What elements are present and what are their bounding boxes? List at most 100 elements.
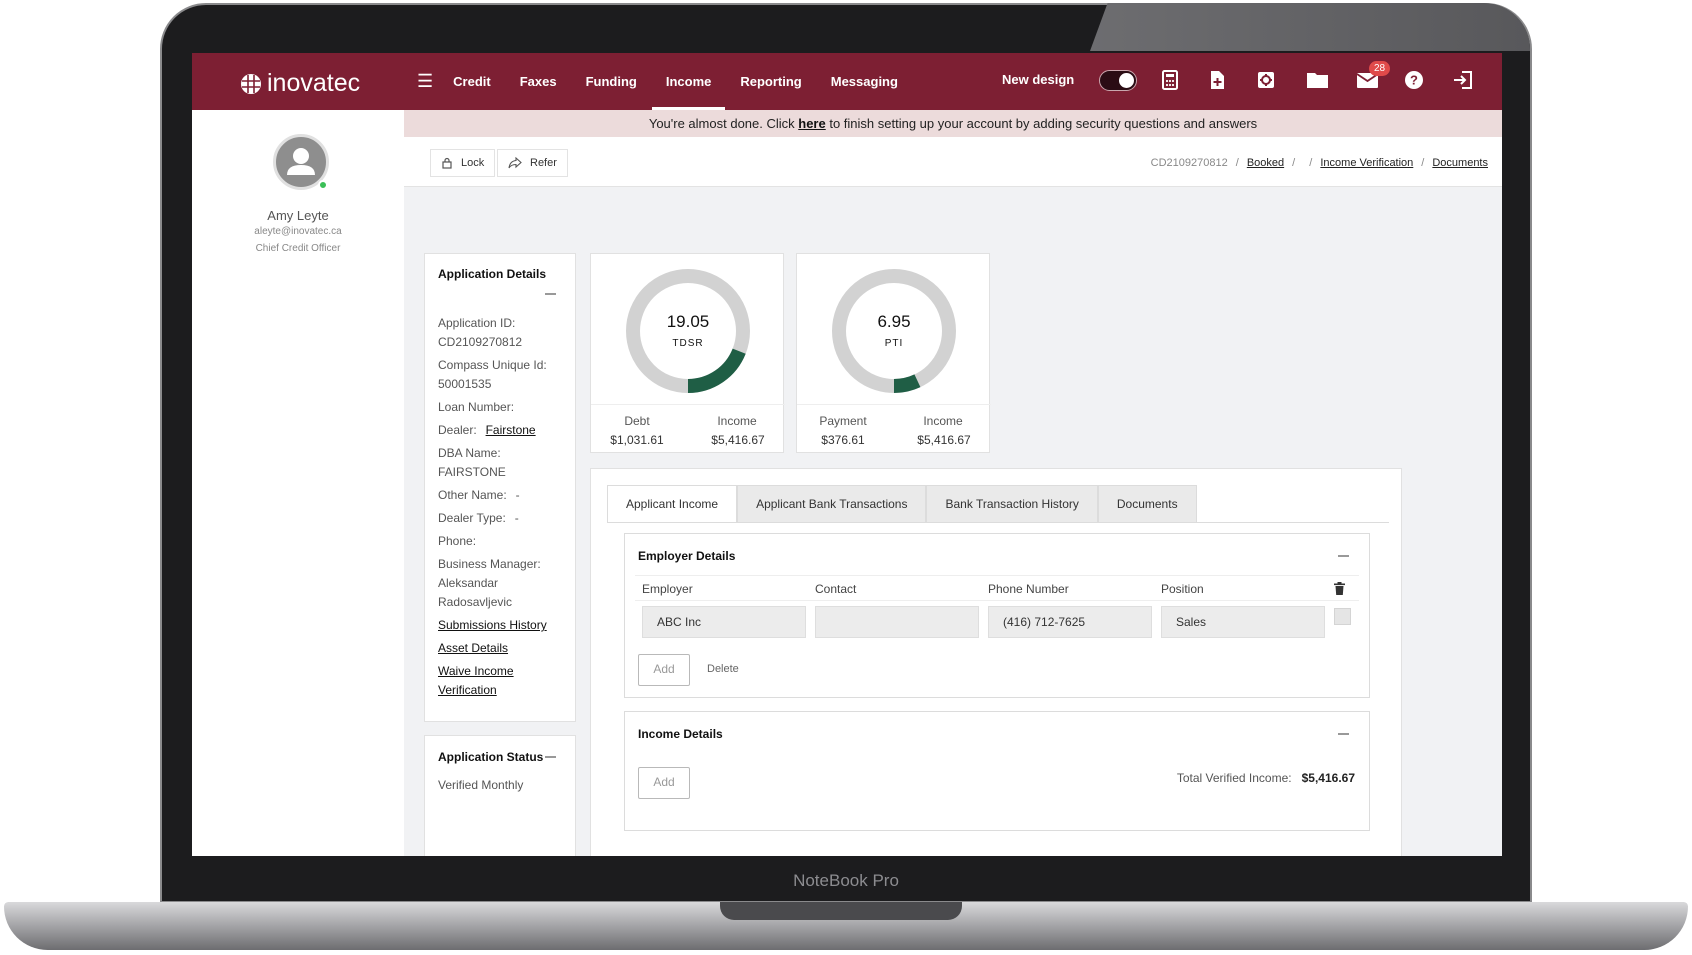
income-label: Income <box>923 414 963 428</box>
employer-delete-button[interactable]: Delete <box>707 663 739 675</box>
laptop-frame: NoteBook Pro inovatec ☰ Credit Faxes Fun… <box>0 0 1692 955</box>
business-manager-last: Radosavljevic <box>438 595 513 609</box>
application-details-list: Application ID: CD2109270812 Compass Uni… <box>438 314 573 700</box>
debt-label: Debt <box>624 414 650 428</box>
pti-label: PTI <box>885 338 904 349</box>
nav-faxes[interactable]: Faxes <box>520 53 557 110</box>
new-design-toggle[interactable] <box>1099 70 1137 91</box>
total-verified-income: Total Verified Income: $5,416.67 <box>1177 771 1355 785</box>
breadcrumb-separator: / <box>1292 157 1296 169</box>
nav-credit[interactable]: Credit <box>453 53 491 110</box>
breadcrumb-separator: / <box>1421 157 1425 169</box>
breadcrumb-separator: / <box>1235 157 1239 169</box>
total-income-label: Total Verified Income: <box>1176 771 1292 785</box>
settings-icon[interactable] <box>1255 69 1277 91</box>
income-add-button[interactable]: Add <box>638 767 690 799</box>
nav-income[interactable]: Income <box>651 53 725 110</box>
contact-field[interactable] <box>815 606 979 638</box>
tdsr-value: 19.05 <box>667 312 710 331</box>
lock-label: Lock <box>461 157 485 169</box>
tdsr-gauge-card: 19.05 TDSR Debt $1,031.61 Income $5,416.… <box>590 253 785 453</box>
logout-icon[interactable] <box>1452 69 1474 91</box>
pti-donut: 6.95 PTI <box>832 269 956 393</box>
col-employer: Employer <box>642 582 693 596</box>
logo-icon <box>241 73 261 94</box>
user-name: Amy Leyte <box>267 208 329 223</box>
tab-applicant-bank-transactions[interactable]: Applicant Bank Transactions <box>737 485 927 522</box>
income-details-section: Income Details Add Total Verified Income… <box>624 711 1370 831</box>
help-icon[interactable]: ? <box>1403 69 1425 91</box>
employer-details-heading: Employer Details <box>638 549 736 563</box>
dba-label: DBA Name: <box>438 446 501 460</box>
collapse-icon[interactable] <box>545 293 556 295</box>
tab-bank-transaction-history[interactable]: Bank Transaction History <box>926 485 1098 522</box>
employer-field[interactable]: ABC Inc <box>642 606 806 638</box>
employer-add-button[interactable]: Add <box>638 654 690 686</box>
app-id-value: CD2109270812 <box>438 335 523 349</box>
nav-funding[interactable]: Funding <box>586 53 637 110</box>
app-screen: inovatec ☰ Credit Faxes Funding Income R… <box>192 53 1502 856</box>
position-field[interactable]: Sales <box>1161 606 1325 638</box>
nav-reporting[interactable]: Reporting <box>740 53 801 110</box>
application-details-card: Application Details Application ID: CD21… <box>424 253 576 722</box>
loan-number-label: Loan Number: <box>438 400 515 414</box>
svg-text:?: ? <box>1410 73 1418 88</box>
employer-details-section: Employer Details Employer Contact Phone … <box>624 533 1370 698</box>
mail-badge: 28 <box>1369 61 1391 76</box>
alert-text-before: You're almost done. Click <box>648 116 799 131</box>
user-sidebar: Amy Leyte aleyte@inovatec.ca Chief Credi… <box>192 110 404 856</box>
pti-value: 6.95 <box>877 312 910 331</box>
phone-field[interactable]: (416) 712-7625 <box>988 606 1152 638</box>
income-tabs: Applicant Income Applicant Bank Transact… <box>607 485 1197 522</box>
user-icon <box>287 148 315 175</box>
screen-glare <box>1090 3 1530 51</box>
alert-here-link[interactable]: here <box>798 116 825 131</box>
row-select-checkbox[interactable] <box>1334 608 1351 625</box>
share-icon <box>508 157 522 169</box>
waive-income-link-line2[interactable]: Verification <box>438 683 497 697</box>
tab-applicant-income[interactable]: Applicant Income <box>607 485 738 522</box>
calculator-icon[interactable] <box>1159 69 1181 91</box>
page-toolbar: Lock Refer CD2109270812 / Booked / / Incom… <box>404 137 1502 187</box>
main-content: You're almost done. Click here to finish… <box>404 110 1502 856</box>
logo-text: inovatec <box>267 69 361 97</box>
trash-icon[interactable] <box>1334 582 1345 595</box>
app-id-label: Application ID: <box>438 316 516 330</box>
folder-icon[interactable] <box>1305 69 1330 91</box>
tab-documents[interactable]: Documents <box>1097 485 1197 522</box>
lock-icon <box>442 157 452 169</box>
user-title: Chief Credit Officer <box>255 243 341 254</box>
debt-value: $1,031.61 <box>610 433 664 447</box>
business-manager-first: Aleksandar <box>438 576 499 590</box>
compass-id-value: 50001535 <box>438 377 492 391</box>
laptop-notch <box>720 902 962 920</box>
breadcrumb-income-verification[interactable]: Income Verification <box>1320 157 1413 169</box>
online-status-dot <box>318 180 328 190</box>
asset-details-link[interactable]: Asset Details <box>438 641 508 655</box>
phone-label: Phone: <box>438 534 477 548</box>
new-document-icon[interactable] <box>1206 69 1228 91</box>
income-panel: Applicant Income Applicant Bank Transact… <box>590 468 1402 856</box>
refer-label: Refer <box>530 157 557 169</box>
nav-messaging[interactable]: Messaging <box>831 53 898 110</box>
dba-value: FAIRSTONE <box>438 465 506 479</box>
application-status-card: Application Status Verified Monthly <box>424 735 576 856</box>
breadcrumb-booked[interactable]: Booked <box>1247 157 1284 169</box>
tdsr-donut: 19.05 TDSR <box>626 269 750 393</box>
dealer-type-label: Dealer Type: <box>438 511 506 525</box>
breadcrumb-documents[interactable]: Documents <box>1432 157 1488 169</box>
collapse-icon[interactable] <box>1338 555 1349 557</box>
lock-button[interactable]: Lock <box>430 149 496 177</box>
menu-icon[interactable]: ☰ <box>417 71 433 92</box>
dealer-link[interactable]: Fairstone <box>486 423 536 437</box>
status-first-line: Verified Monthly <box>438 778 524 792</box>
dealer-label: Dealer: <box>438 423 477 437</box>
app-logo[interactable]: inovatec <box>240 69 360 98</box>
waive-income-link[interactable]: Waive Income <box>438 664 514 678</box>
collapse-icon[interactable] <box>1338 733 1349 735</box>
submissions-history-link[interactable]: Submissions History <box>438 618 547 632</box>
user-email: aleyte@inovatec.ca <box>254 226 342 237</box>
refer-button[interactable]: Refer <box>497 149 568 177</box>
alert-text-after: to finish setting up your account by add… <box>825 116 1258 131</box>
collapse-icon[interactable] <box>545 756 556 758</box>
